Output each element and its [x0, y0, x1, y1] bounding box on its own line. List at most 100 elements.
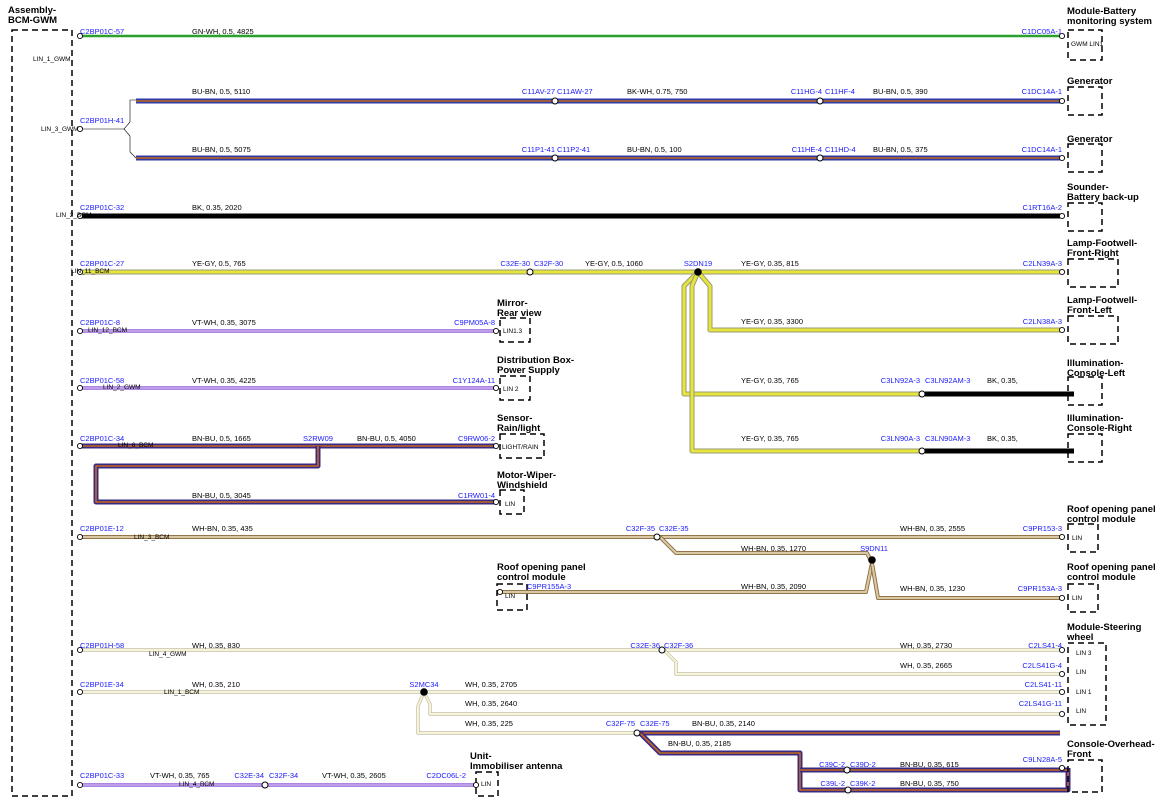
pin-terminal — [1058, 594, 1066, 602]
connector-label: C32F-36 — [664, 641, 693, 650]
component-box — [1067, 202, 1103, 232]
wire-label: BN-BU, 0.5, 3045 — [192, 491, 251, 500]
connector-label: C32F-34 — [269, 771, 298, 780]
splice-node — [694, 268, 702, 276]
wire-label: BU-BN, 0.5, 390 — [873, 87, 928, 96]
wire-label: YE-GY, 0.35, 815 — [741, 259, 799, 268]
connector-label: C2LS41G-11 — [1019, 699, 1062, 708]
pin-label: LIN — [1076, 708, 1086, 715]
connector-label: C2BP01C-8 — [80, 318, 120, 327]
component-name: control module — [1067, 514, 1136, 525]
connector-label: C11AV-27 — [522, 87, 555, 96]
inline-connector — [816, 97, 824, 105]
connector-label: S2DN19 — [684, 259, 712, 268]
pin-label: LIN 1 — [1076, 689, 1092, 696]
wire-label: WH, 0.35, 2730 — [900, 641, 952, 650]
wire-label: YE-GY, 0.35, 3300 — [741, 317, 803, 326]
pin-label: LIN 3 — [1076, 650, 1092, 657]
pin-terminal — [76, 688, 84, 696]
connector-label: C2BP01C-34 — [80, 434, 124, 443]
connector-label: C9PR153A-3 — [1018, 584, 1062, 593]
connector-label: C9PM05A-8 — [454, 318, 495, 327]
wire-ye — [689, 271, 920, 454]
inline-connector — [653, 533, 661, 541]
component-box — [1067, 143, 1103, 173]
pin-terminal — [1058, 154, 1066, 162]
wire-label: BN-BU, 0.35, 2140 — [692, 719, 755, 728]
wire-label: WH, 0.35, 2705 — [465, 680, 517, 689]
connector-label: C2DC06L-2 — [426, 771, 466, 780]
inline-connector — [551, 97, 559, 105]
connector-label: C11AW-27 — [557, 87, 593, 96]
connector-label: C32E-30 — [500, 259, 530, 268]
component-name: Immobiliser antenna — [470, 761, 563, 772]
wire-label: VT-WH, 0.35, 4225 — [192, 376, 256, 385]
connector-label: C1DC05A-1 — [1022, 27, 1062, 36]
connector-label: C2BP01C-32 — [80, 203, 124, 212]
pin-terminal — [472, 781, 480, 789]
pin-terminal — [492, 327, 500, 335]
connector-label: C32E-34 — [234, 771, 264, 780]
left-pin-label: LIN_2_BCM — [56, 212, 91, 219]
connector-label: C3LN92AM-3 — [925, 376, 970, 385]
component-name: monitoring system — [1067, 16, 1152, 27]
pin-terminal — [1058, 268, 1066, 276]
pin-terminal — [1058, 326, 1066, 334]
branch-bracket — [123, 128, 131, 137]
connector-label: C11HG-4 — [791, 87, 822, 96]
wire-wh-core — [423, 691, 1060, 715]
wire-label: BK-WH, 0.75, 750 — [627, 87, 687, 96]
left-pin-label: LIN_12_BCM — [88, 327, 127, 334]
connector-label: C9PR155A-3 — [527, 582, 571, 591]
connector-label: C11HE-4 — [792, 145, 822, 154]
connector-label: C9PR153-3 — [1023, 524, 1062, 533]
component-box — [1067, 315, 1119, 345]
connector-label: C39D-2 — [850, 760, 876, 769]
pin-terminal — [492, 384, 500, 392]
wire-label: WH, 0.35, 225 — [465, 719, 513, 728]
pin-terminal — [492, 498, 500, 506]
connector-label: C1RW01-4 — [458, 491, 495, 500]
inline-connector — [633, 729, 641, 737]
component-name: Generator — [1067, 134, 1113, 145]
connector-label: S9DN11 — [860, 544, 888, 553]
wire-bnb — [93, 446, 495, 505]
wire-label: BU-BN, 0.5, 100 — [627, 145, 682, 154]
wire-label: WH-BN, 0.35, 2555 — [900, 524, 965, 533]
pin-label: LIN — [1076, 669, 1086, 676]
wire-bnb-core — [95, 446, 495, 503]
connector-label: C2BP01C-57 — [80, 27, 124, 36]
connector-label: C39L-2 — [820, 779, 845, 788]
connector-label: C11P2-41 — [557, 145, 590, 154]
splice-node — [420, 688, 428, 696]
pin-terminal — [1058, 764, 1066, 772]
wire-label: YE-GY, 0.35, 765 — [741, 434, 799, 443]
connector-label: C2BP01E-34 — [80, 680, 124, 689]
component-name: Rain/light — [497, 423, 541, 434]
left-pin-label: LIN_2_GWM — [103, 384, 141, 391]
pin-terminal — [76, 442, 84, 450]
connector-label: C11HD-4 — [825, 145, 856, 154]
inline-connector — [526, 268, 534, 276]
wire-label: BN-BU, 0.35, 615 — [900, 760, 959, 769]
connector-label: C2LN38A-3 — [1023, 317, 1062, 326]
pin-terminal — [1058, 670, 1066, 678]
connector-label: C3LN92A-3 — [881, 376, 920, 385]
pin-terminal — [1058, 97, 1066, 105]
component-name: Power Supply — [497, 365, 561, 376]
component-name: Generator — [1067, 76, 1113, 87]
component-name: Console-Right — [1067, 423, 1133, 434]
wire-label: BU-BN, 0.5, 375 — [873, 145, 928, 154]
wire-label: VT-WH, 0.35, 3075 — [192, 318, 256, 327]
connector-label: C1Y124A-11 — [453, 376, 495, 385]
wire-label: BK, 0.35, — [987, 376, 1018, 385]
inline-connector — [918, 390, 926, 398]
connector-label: S2MC34 — [409, 680, 438, 689]
pin-terminal — [76, 533, 84, 541]
left-pin-label: LIN_4_GWM — [149, 651, 187, 658]
pin-terminal — [1058, 212, 1066, 220]
component-name: Battery back-up — [1067, 192, 1139, 203]
connector-label: C1DC14A-1 — [1022, 87, 1062, 96]
left-pin-label: LIN_11_BCM — [71, 268, 110, 275]
connector-label: C1DC14A-1 — [1022, 145, 1062, 154]
